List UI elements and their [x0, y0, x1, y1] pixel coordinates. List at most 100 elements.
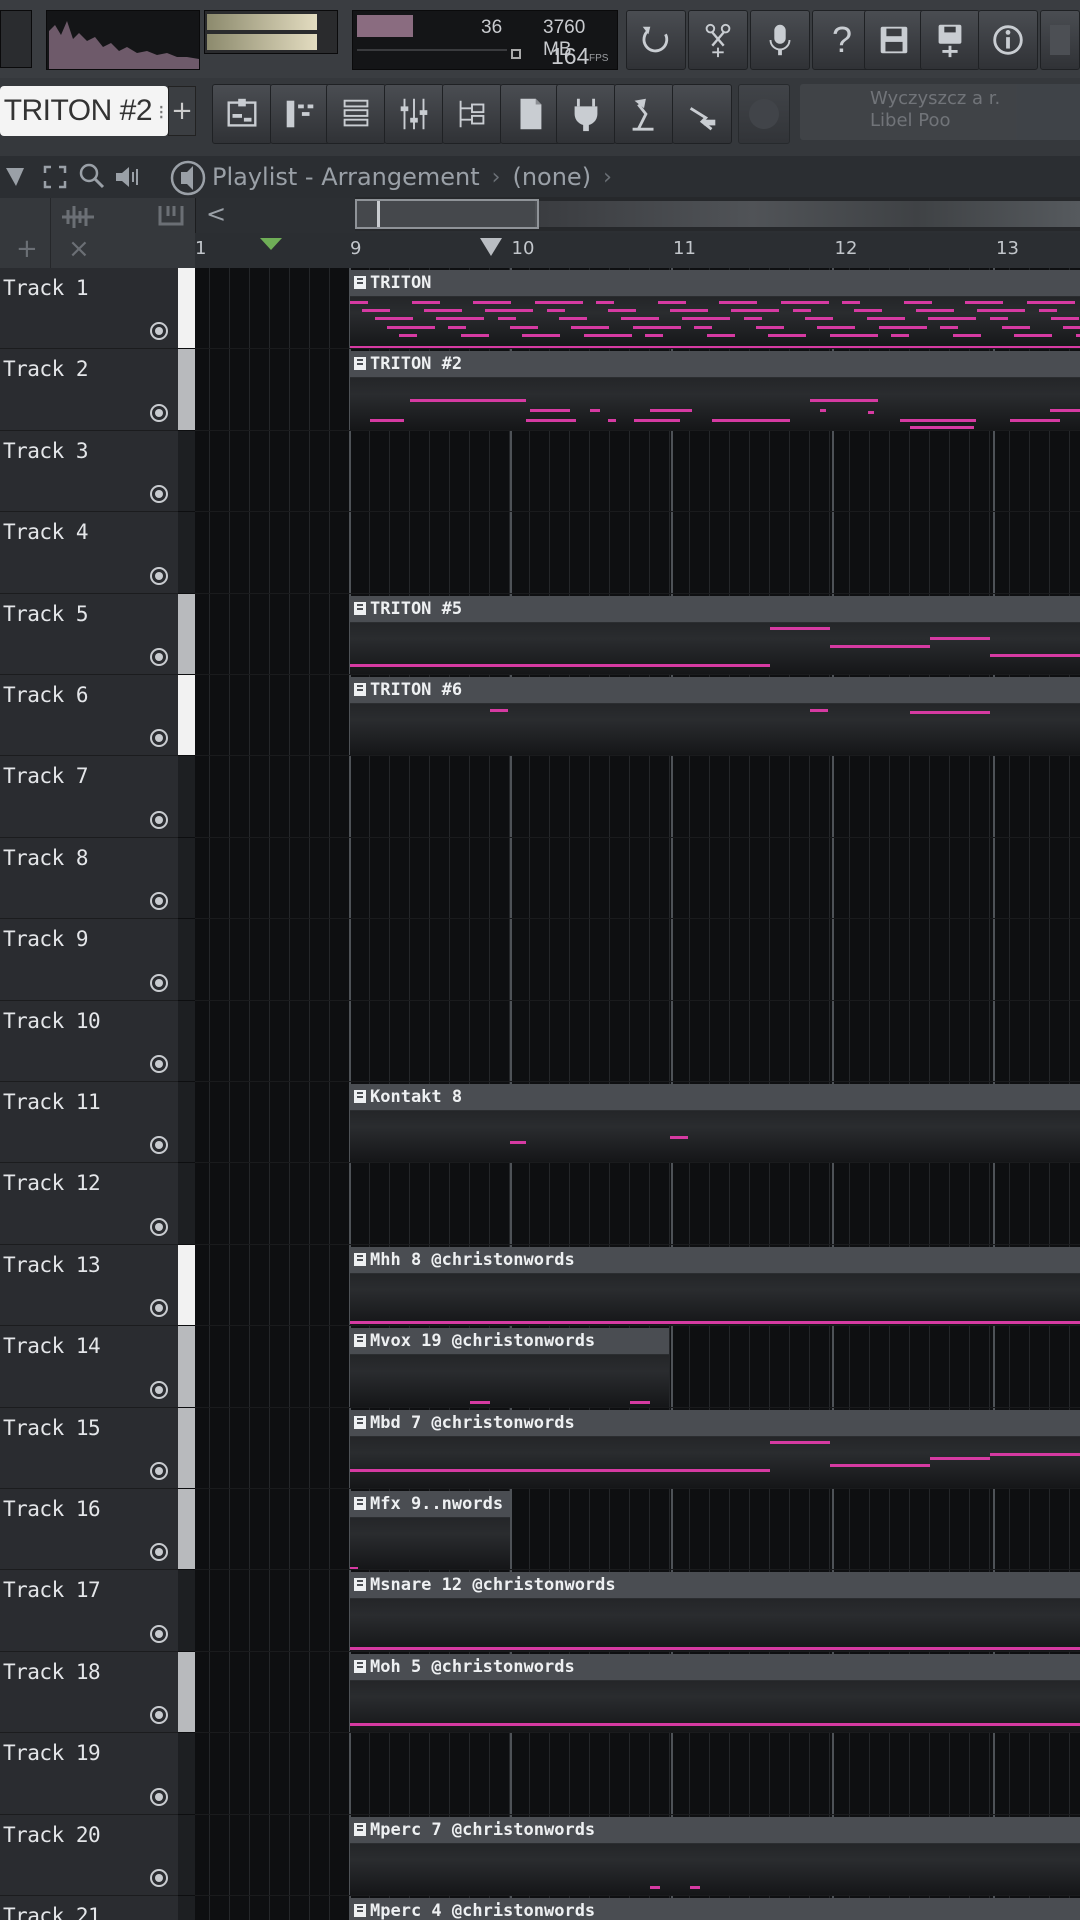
song-overview-scrollbar[interactable]	[355, 197, 1080, 231]
playhead-marker-icon[interactable]	[478, 236, 504, 258]
track-header[interactable]: Track 14	[0, 1326, 178, 1408]
track-header[interactable]: Track 19	[0, 1733, 178, 1815]
pattern-clip[interactable]: TRITON #6	[350, 677, 1080, 756]
pattern-clip[interactable]: Mhh 8 @christonwords	[350, 1246, 1080, 1326]
track-mute-icon[interactable]	[150, 1217, 168, 1236]
track-mute-icon[interactable]	[150, 1706, 168, 1725]
clip-header[interactable]: TRITON	[350, 270, 1080, 297]
track-lane[interactable]	[195, 430, 1080, 513]
track-header[interactable]: Track 1	[0, 268, 178, 350]
remove-track-icon[interactable]: ×	[68, 234, 90, 264]
clip-header[interactable]: TRITON #6	[350, 677, 1080, 704]
track-header[interactable]: Track 8	[0, 837, 178, 920]
pattern-clip-icon[interactable]	[354, 1415, 366, 1429]
clip-header[interactable]: TRITON #5	[350, 595, 1080, 623]
track-header[interactable]: Track 11	[0, 1082, 178, 1164]
clip-header[interactable]: Kontakt 8	[350, 1084, 1080, 1111]
pattern-clip-icon[interactable]	[354, 276, 366, 289]
clip-header[interactable]: TRITON #2	[350, 351, 1080, 379]
volume-meter[interactable]	[204, 10, 338, 54]
loop-start-marker-icon[interactable]	[258, 236, 284, 252]
track-header[interactable]: Track 17	[0, 1570, 178, 1652]
track-header[interactable]: Track 13	[0, 1244, 178, 1327]
track-mute-icon[interactable]	[150, 1136, 168, 1155]
pattern-clip[interactable]: Moh 5 @christonwords	[350, 1653, 1080, 1733]
snap-magnet-icon[interactable]	[2, 164, 28, 190]
track-mute-icon[interactable]	[150, 1380, 168, 1399]
track-header[interactable]: Track 3	[0, 430, 178, 513]
plugin-picker-button[interactable]	[556, 84, 616, 144]
pattern-clip-icon[interactable]	[354, 1334, 366, 1348]
browser-button[interactable]	[442, 84, 502, 144]
track-mute-icon[interactable]	[150, 1054, 168, 1073]
pattern-clip[interactable]: Msnare 12 @christonwords	[350, 1572, 1080, 1651]
track-mute-icon[interactable]	[150, 403, 168, 422]
track-header[interactable]: Track 16	[0, 1489, 178, 1571]
track-mute-icon[interactable]	[150, 566, 168, 585]
track-header[interactable]: Track 5	[0, 593, 178, 675]
track-mute-icon[interactable]	[150, 1543, 168, 1562]
track-header[interactable]: Track 18	[0, 1651, 178, 1734]
track-lane[interactable]	[195, 756, 1080, 838]
clip-header[interactable]: Mperc 7 @christonwords	[350, 1816, 1080, 1844]
zoom-icon[interactable]	[78, 162, 106, 190]
clip-header[interactable]: Mvox 19 @christonwords	[350, 1328, 669, 1356]
info-button[interactable]	[978, 10, 1038, 70]
track-lane[interactable]	[195, 1489, 1080, 1571]
pattern-clip-icon[interactable]	[354, 1252, 366, 1266]
fullscreen-icon[interactable]	[42, 164, 68, 190]
track-header[interactable]: Track 20	[0, 1814, 178, 1896]
track-lane[interactable]	[195, 1163, 1080, 1245]
overview-viewport-handle[interactable]	[355, 199, 539, 229]
add-track-icon[interactable]: +	[16, 234, 38, 264]
track-mute-icon[interactable]	[150, 973, 168, 992]
pattern-selector[interactable]: TRITON #2 ⁝	[0, 86, 168, 136]
disabled-toolbar-button[interactable]	[738, 84, 790, 144]
playlist-window-button[interactable]	[212, 84, 272, 144]
pattern-clip-icon[interactable]	[354, 357, 366, 371]
clip-header[interactable]: Mhh 8 @christonwords	[350, 1246, 1080, 1274]
clip-header[interactable]: Msnare 12 @christonwords	[350, 1572, 1080, 1600]
track-lane[interactable]	[195, 919, 1080, 1001]
clip-header[interactable]: Moh 5 @christonwords	[350, 1653, 1080, 1681]
record-audio-button[interactable]	[750, 10, 810, 70]
automation-tool-icon[interactable]	[156, 202, 186, 230]
track-header[interactable]: Track 6	[0, 675, 178, 757]
help-button[interactable]: ?	[812, 10, 872, 70]
track-header[interactable]: Track 7	[0, 756, 178, 838]
pattern-clip-icon[interactable]	[354, 683, 366, 696]
waveform-tool-icon[interactable]	[58, 202, 98, 232]
pattern-clip[interactable]: Mperc 4 @christonwords	[350, 1898, 1080, 1920]
track-header[interactable]: Track 21	[0, 1896, 178, 1920]
track-mute-icon[interactable]	[150, 1461, 168, 1480]
pattern-clip-icon[interactable]	[354, 1659, 366, 1673]
clip-header[interactable]: Mperc 4 @christonwords	[350, 1898, 1080, 1920]
track-mute-icon[interactable]	[150, 1868, 168, 1887]
pattern-clip[interactable]: TRITON	[350, 270, 1080, 349]
save-merge-button[interactable]	[920, 10, 980, 70]
track-lane[interactable]	[195, 1733, 1080, 1815]
cpu-memory-monitor[interactable]: 36 3760 MB 164 FPS	[352, 10, 618, 70]
tempo-tapper-button[interactable]	[672, 84, 732, 144]
track-mute-icon[interactable]	[150, 810, 168, 829]
track-mute-icon[interactable]	[150, 892, 168, 911]
track-mute-icon[interactable]	[150, 485, 168, 504]
pattern-clip[interactable]: Mvox 19 @christonwords	[350, 1328, 669, 1407]
track-mute-icon[interactable]	[150, 322, 168, 341]
pattern-clip-icon[interactable]	[354, 1904, 366, 1917]
track-header[interactable]: Track 12	[0, 1163, 178, 1245]
speaker-icon[interactable]	[114, 164, 144, 190]
track-lane[interactable]	[195, 1000, 1080, 1082]
pattern-clip-icon[interactable]	[354, 601, 366, 615]
clip-header[interactable]: Mfx 9..nwords	[350, 1491, 510, 1518]
piano-roll-button[interactable]	[270, 84, 330, 144]
track-mute-icon[interactable]	[150, 1787, 168, 1806]
channel-rack-button[interactable]	[326, 84, 386, 144]
track-mute-icon[interactable]	[150, 729, 168, 748]
pattern-clip[interactable]: TRITON #5	[350, 595, 1080, 674]
cut-tools-button[interactable]	[688, 10, 748, 70]
more-toolbar-button[interactable]	[1040, 10, 1080, 70]
pattern-clip[interactable]: Kontakt 8	[350, 1084, 1080, 1163]
plugin-database-button[interactable]	[500, 84, 560, 144]
overview-back-button[interactable]: <	[206, 200, 226, 228]
